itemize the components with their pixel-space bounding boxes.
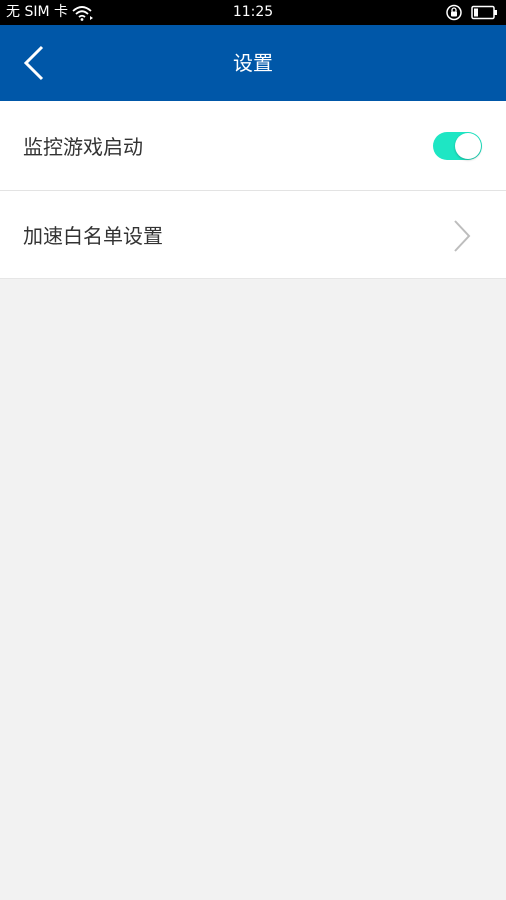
- battery-icon: [471, 5, 497, 20]
- page-title: 设置: [233, 51, 273, 75]
- chevron-right-icon: [454, 220, 471, 252]
- list-divider: [0, 278, 506, 279]
- monitor-game-launch-toggle[interactable]: [433, 132, 482, 160]
- status-bar: 无 SIM 卡 11:25: [0, 0, 506, 25]
- setting-monitor-game-launch[interactable]: 监控游戏启动: [0, 101, 506, 190]
- rotation-lock-icon: [446, 4, 462, 21]
- setting-label: 监控游戏启动: [23, 135, 143, 159]
- setting-acceleration-whitelist[interactable]: 加速白名单设置: [0, 190, 506, 278]
- toggle-knob: [455, 133, 481, 159]
- app-bar: 设置: [0, 25, 506, 101]
- settings-list: 监控游戏启动 加速白名单设置: [0, 101, 506, 278]
- clock: 11:25: [232, 4, 274, 20]
- setting-label: 加速白名单设置: [23, 224, 163, 248]
